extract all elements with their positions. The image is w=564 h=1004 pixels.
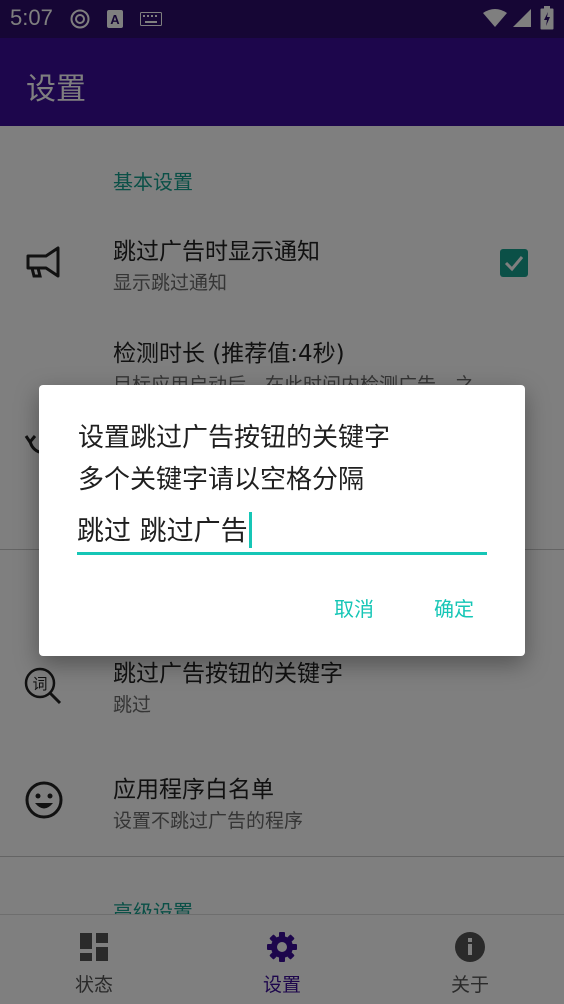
keyword-dialog: 设置跳过广告按钮的关键字 多个关键字请以空格分隔 跳过 跳过广告 取消 确定: [39, 385, 525, 656]
cancel-button[interactable]: 取消: [328, 585, 380, 630]
dialog-message-line2: 多个关键字请以空格分隔: [78, 465, 365, 495]
keyword-input-field[interactable]: 跳过 跳过广告: [77, 509, 252, 548]
keyword-input-value: 跳过 跳过广告: [77, 516, 248, 547]
dialog-message-line1: 设置跳过广告按钮的关键字: [78, 423, 391, 453]
text-caret: [248, 512, 252, 548]
ok-button[interactable]: 确定: [428, 585, 480, 630]
keyword-input[interactable]: 跳过 跳过广告: [77, 503, 487, 555]
